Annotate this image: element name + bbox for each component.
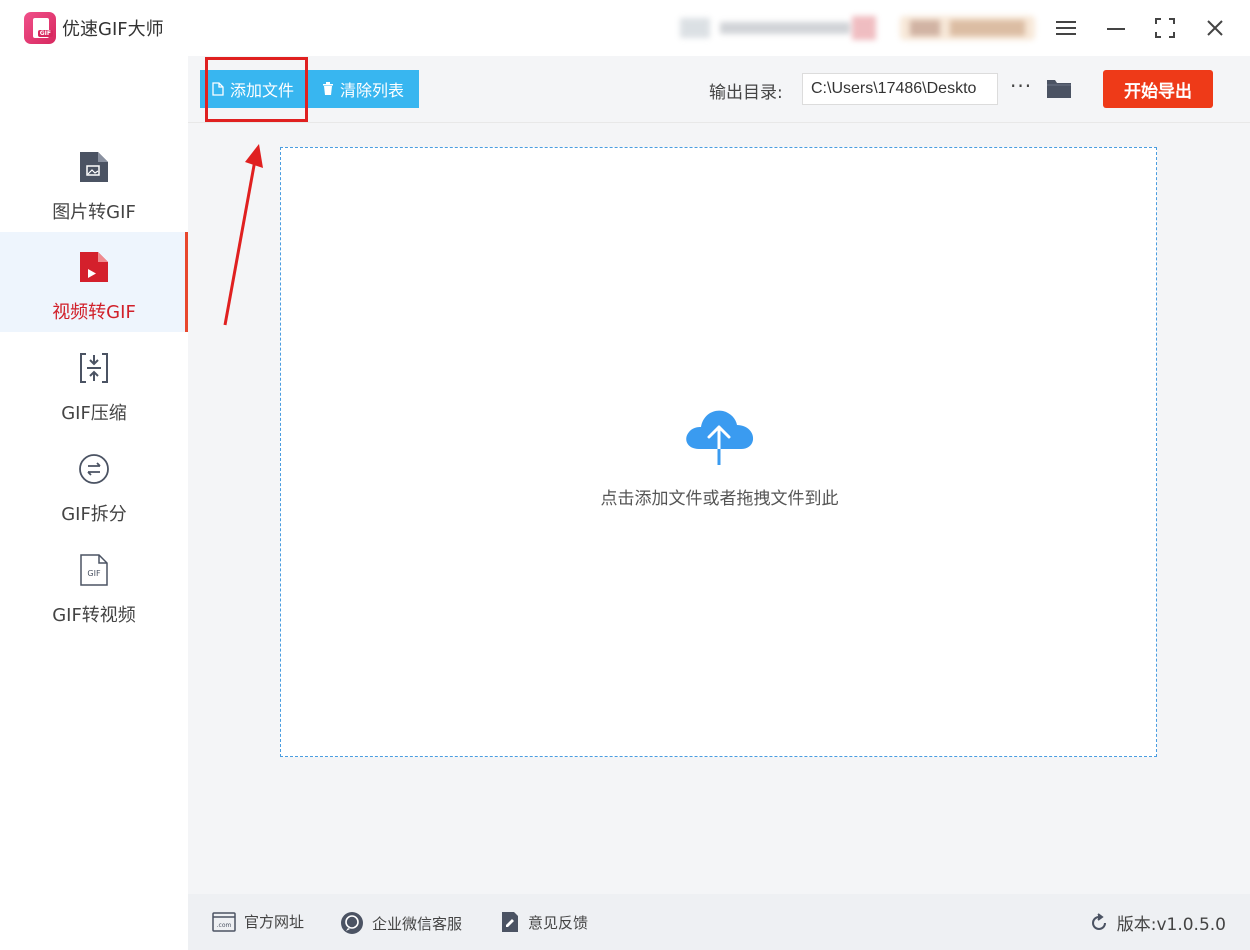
trash-icon	[323, 82, 333, 95]
maximize-icon[interactable]	[1151, 14, 1179, 42]
folder-icon[interactable]	[1046, 76, 1072, 100]
start-export-button[interactable]: 开始导出	[1103, 70, 1213, 108]
sidebar-item-gif-to-video[interactable]: GIF GIF转视频	[0, 535, 188, 635]
version-label: 版本:v1.0.5.0	[1116, 915, 1226, 935]
title-bar: GIF 优速GIF大师	[0, 0, 1250, 56]
feedback-link[interactable]: 意见反馈	[500, 911, 588, 933]
website-icon: .com	[212, 911, 236, 932]
refresh-icon	[1091, 912, 1106, 930]
video-file-icon	[80, 252, 108, 282]
feedback-icon	[502, 912, 518, 932]
toolbar: 添加文件 清除列表 输出目录: C:\Users\17486\Deskto ··…	[188, 56, 1250, 123]
sidebar-item-gif-compress[interactable]: GIF压缩	[0, 333, 188, 433]
cloud-upload-icon	[686, 410, 754, 467]
output-path-field[interactable]: C:\Users\17486\Deskto	[802, 73, 998, 105]
minimize-icon[interactable]	[1102, 14, 1130, 42]
sidebar-item-video-to-gif[interactable]: 视频转GIF	[0, 232, 188, 332]
app-title: 优速GIF大师	[62, 19, 164, 40]
blurred-user-info	[680, 12, 880, 42]
version-info[interactable]: 版本:v1.0.5.0	[1089, 910, 1226, 935]
annotation-arrow-icon	[223, 144, 263, 326]
wechat-icon	[341, 912, 363, 934]
wechat-label: 企业微信客服	[372, 914, 463, 933]
gif-file-icon: GIF	[80, 554, 108, 586]
sidebar-item-label: GIF转视频	[52, 605, 136, 626]
sidebar-item-image-to-gif[interactable]: 图片转GIF	[0, 132, 188, 232]
blurred-account	[900, 12, 1035, 42]
menu-icon[interactable]	[1052, 14, 1080, 42]
clear-list-button[interactable]: 清除列表	[310, 70, 419, 108]
main-area: 添加文件 清除列表 输出目录: C:\Users\17486\Deskto ··…	[188, 56, 1250, 894]
svg-text:GIF: GIF	[87, 569, 101, 578]
annotation-highlight-box	[205, 57, 308, 122]
website-link[interactable]: .com 官方网址	[212, 911, 304, 932]
sidebar-item-label: 视频转GIF	[52, 302, 136, 323]
sidebar-item-label: GIF压缩	[61, 403, 127, 424]
wechat-support-link[interactable]: 企业微信客服	[340, 911, 462, 935]
svg-text:.com: .com	[217, 922, 232, 929]
drop-hint: 点击添加文件或者拖拽文件到此	[600, 489, 839, 509]
feedback-label: 意见反馈	[528, 913, 589, 932]
sidebar: 图片转GIF 视频转GIF GIF压缩 GIF拆分 GIF GIF转视频	[0, 56, 188, 950]
more-options-button[interactable]: ···	[1010, 74, 1032, 98]
website-label: 官方网址	[244, 913, 305, 931]
footer: .com 官方网址 企业微信客服 意见反馈 版本:v1.0.5.0	[188, 894, 1250, 950]
image-file-icon	[80, 152, 108, 182]
sidebar-item-label: 图片转GIF	[52, 202, 136, 223]
compress-icon	[80, 353, 108, 383]
sidebar-item-gif-split[interactable]: GIF拆分	[0, 434, 188, 534]
split-icon	[79, 454, 109, 484]
output-dir-label: 输出目录:	[709, 83, 783, 103]
close-icon[interactable]	[1201, 14, 1229, 42]
clear-list-label: 清除列表	[340, 83, 405, 100]
file-drop-zone[interactable]: 点击添加文件或者拖拽文件到此	[280, 147, 1157, 757]
app-logo-icon: GIF	[24, 12, 56, 44]
sidebar-item-label: GIF拆分	[61, 504, 127, 525]
